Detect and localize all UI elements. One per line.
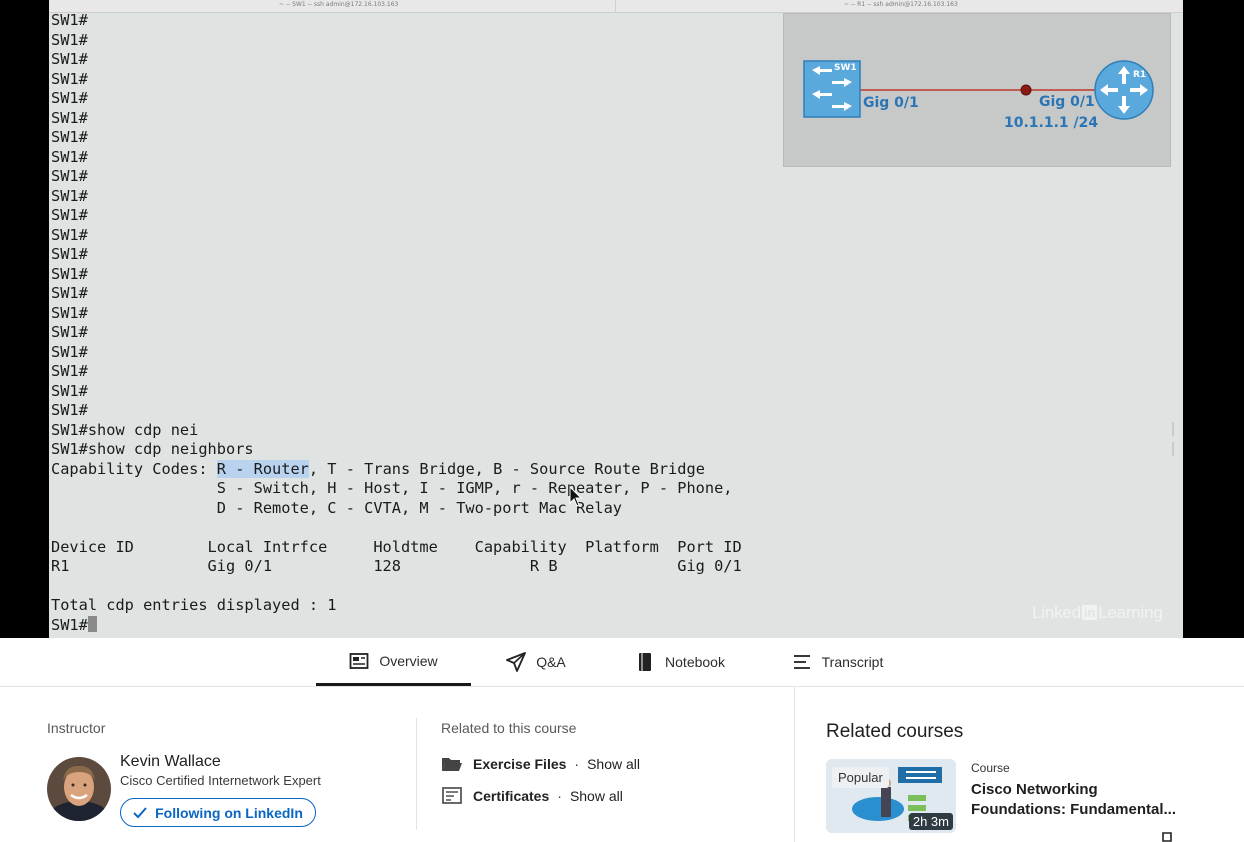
checkmark-icon <box>133 806 147 818</box>
related-course-thumbnail[interactable]: Popular 2h 3m <box>826 759 956 833</box>
terminal-line: SW1# <box>51 323 88 341</box>
related-courses-title: Related courses <box>826 721 964 742</box>
certificates-row: Certificates · Show all <box>441 787 623 805</box>
divider <box>416 718 417 830</box>
following-button[interactable]: Following on LinkedIn <box>120 798 316 827</box>
left-window-title: ~ -- SW1 -- ssh admin@172.16.103.163 <box>279 1 399 8</box>
terminal-line: SW1# <box>51 89 88 107</box>
switch-name: SW1 <box>834 63 857 73</box>
instructor-section-label: Instructor <box>47 720 106 736</box>
terminal-line: SW1#show cdp nei <box>51 420 199 439</box>
capability-codes-line: D - Remote, C - CVTA, M - Two-port Mac R… <box>51 498 622 517</box>
switch-port-label: Gig 0/1 <box>863 95 919 111</box>
cdp-table-header: Device ID Local Intrfce Holdtme Capabili… <box>51 537 742 556</box>
paper-plane-icon <box>506 652 527 672</box>
link-status-dot <box>1020 84 1032 96</box>
instructor-name[interactable]: Kevin Wallace <box>120 753 221 771</box>
exercise-files-label[interactable]: Exercise Files <box>473 756 566 772</box>
tab-notebook-label: Notebook <box>665 654 725 670</box>
transcript-icon <box>793 655 810 669</box>
terminal-line: SW1# <box>51 245 88 263</box>
terminal-line: SW1# <box>51 30 88 49</box>
instructor-avatar[interactable] <box>47 757 111 821</box>
terminal-line: SW1# <box>51 264 88 283</box>
terminal-line: SW1# <box>51 11 88 29</box>
router-name: R1 <box>1133 70 1147 80</box>
tab-qa[interactable]: Q&A <box>486 638 586 686</box>
exercise-files-row: Exercise Files · Show all <box>441 755 640 773</box>
terminal-line: SW1# <box>51 225 88 244</box>
following-button-label: Following on LinkedIn <box>155 804 303 821</box>
terminal-line: SW1# <box>51 186 88 205</box>
terminal-line: SW1# <box>51 108 88 127</box>
tab-qa-label: Q&A <box>536 654 566 670</box>
cdp-table-row: R1 Gig 0/1 128 R B Gig 0/1 <box>51 557 742 575</box>
sidebar-divider <box>794 687 795 842</box>
terminal-line: SW1# <box>51 167 88 185</box>
terminal-line: SW1# <box>51 147 88 166</box>
course-kind-label: Course <box>971 761 1010 775</box>
folder-icon <box>442 758 462 771</box>
terminal-cursor <box>87 615 97 632</box>
certificates-label[interactable]: Certificates <box>473 788 549 804</box>
terminal-line: SW1# <box>51 342 88 361</box>
capability-codes-line: S - Switch, H - Host, I - IGMP, r - Repe… <box>51 479 733 497</box>
terminal-line: SW1#show cdp neighbors <box>51 440 254 458</box>
tab-notebook[interactable]: Notebook <box>620 638 740 686</box>
terminal-line: SW1# <box>51 284 88 302</box>
certificate-icon <box>442 787 462 804</box>
related-section-label: Related to this course <box>441 720 577 736</box>
bookmark-icon[interactable] <box>1162 832 1172 842</box>
notebook-icon <box>639 653 652 671</box>
tab-transcript-label: Transcript <box>821 654 884 670</box>
video-frame[interactable]: ~ -- SW1 -- ssh admin@172.16.103.163 ~ -… <box>49 0 1183 638</box>
course-tabs: Overview Q&A Notebook Transcript <box>0 638 1244 687</box>
tab-transcript[interactable]: Transcript <box>780 638 895 686</box>
certificates-show-all[interactable]: Show all <box>570 788 623 804</box>
terminal-line: SW1# <box>51 381 88 400</box>
instructor-title: Cisco Certified Internetwork Expert <box>120 773 321 788</box>
overview-panel: Instructor Kevin Wallace Cisco Certified… <box>0 687 1244 842</box>
right-window-title: ~ -- R1 -- ssh admin@172.16.103.163 <box>844 1 958 8</box>
linkedin-learning-watermark: Linked in Learning <box>1032 603 1163 622</box>
popular-badge: Popular <box>832 767 889 788</box>
terminal-line: SW1# <box>51 128 88 146</box>
terminal-line: SW1# <box>51 69 88 88</box>
exercise-files-show-all[interactable]: Show all <box>587 756 640 772</box>
network-topology-diagram: SW1 R1 Gig 0/1 Gig 0/1 10.1.1.1 /24 <box>783 13 1171 167</box>
related-course-name[interactable]: Cisco Networking Foundations: Fundamenta… <box>971 780 1196 820</box>
terminal-scrollbar[interactable] <box>1172 422 1174 456</box>
course-duration: 2h 3m <box>908 813 953 830</box>
tab-overview-label: Overview <box>379 652 438 669</box>
router-port-label: Gig 0/1 <box>1039 94 1095 110</box>
terminal-line: SW1# <box>51 401 88 419</box>
terminal-prompt: SW1# <box>51 615 742 636</box>
terminal-line: SW1# <box>51 50 88 68</box>
overview-icon <box>349 652 369 669</box>
capability-codes-line: Capability Codes: R - Router, T - Trans … <box>51 459 705 478</box>
router-ip-label: 10.1.1.1 /24 <box>1004 115 1099 131</box>
video-player[interactable]: ~ -- SW1 -- ssh admin@172.16.103.163 ~ -… <box>0 0 1244 638</box>
mouse-pointer-icon <box>569 486 583 507</box>
terminal-line: SW1# <box>51 362 88 380</box>
terminal-line: SW1# <box>51 206 88 224</box>
terminal-line: SW1# <box>51 303 88 322</box>
tab-overview[interactable]: Overview <box>316 638 471 686</box>
cdp-total-line: Total cdp entries displayed : 1 <box>51 596 337 614</box>
terminal-output: SW1# SW1# SW1# SW1# SW1# SW1# SW1# SW1# SW1# SW1#… <box>51 11 742 635</box>
